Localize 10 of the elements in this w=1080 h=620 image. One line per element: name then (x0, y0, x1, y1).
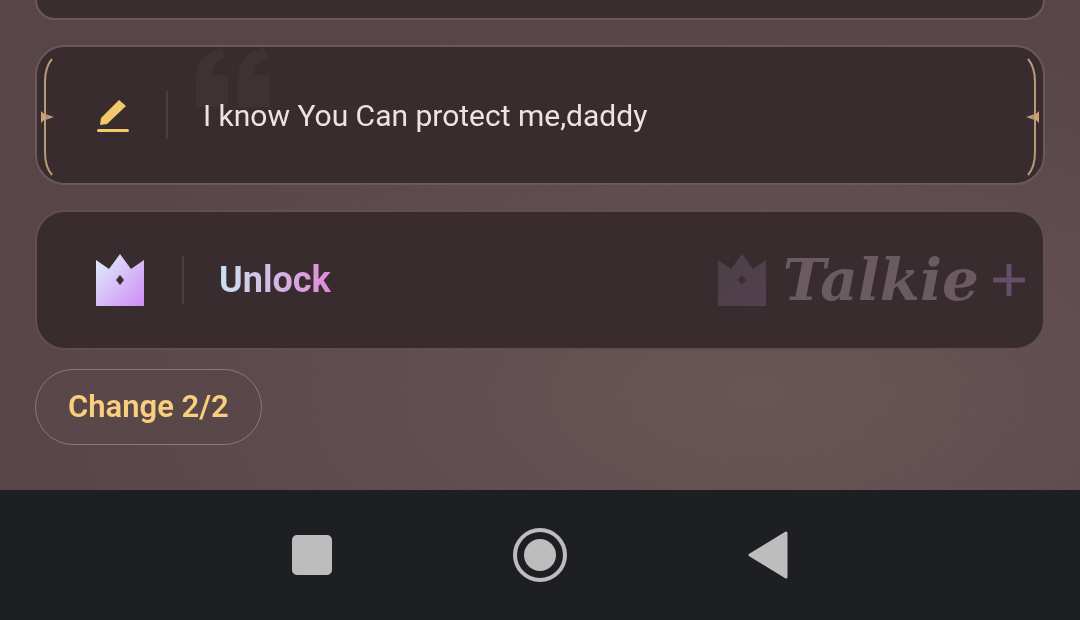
message-option[interactable]: I know You Can protect me,daddy (35, 45, 1045, 185)
plus-icon (993, 264, 1025, 296)
change-button[interactable]: Change 2/2 (35, 369, 262, 445)
message-text: I know You Can protect me,daddy (203, 96, 648, 135)
pencil-icon (95, 97, 131, 133)
home-button[interactable] (512, 527, 568, 583)
back-button[interactable] (748, 531, 788, 579)
ornament-icon (1026, 57, 1040, 177)
ornament-icon (40, 57, 54, 177)
crown-icon (93, 253, 147, 307)
